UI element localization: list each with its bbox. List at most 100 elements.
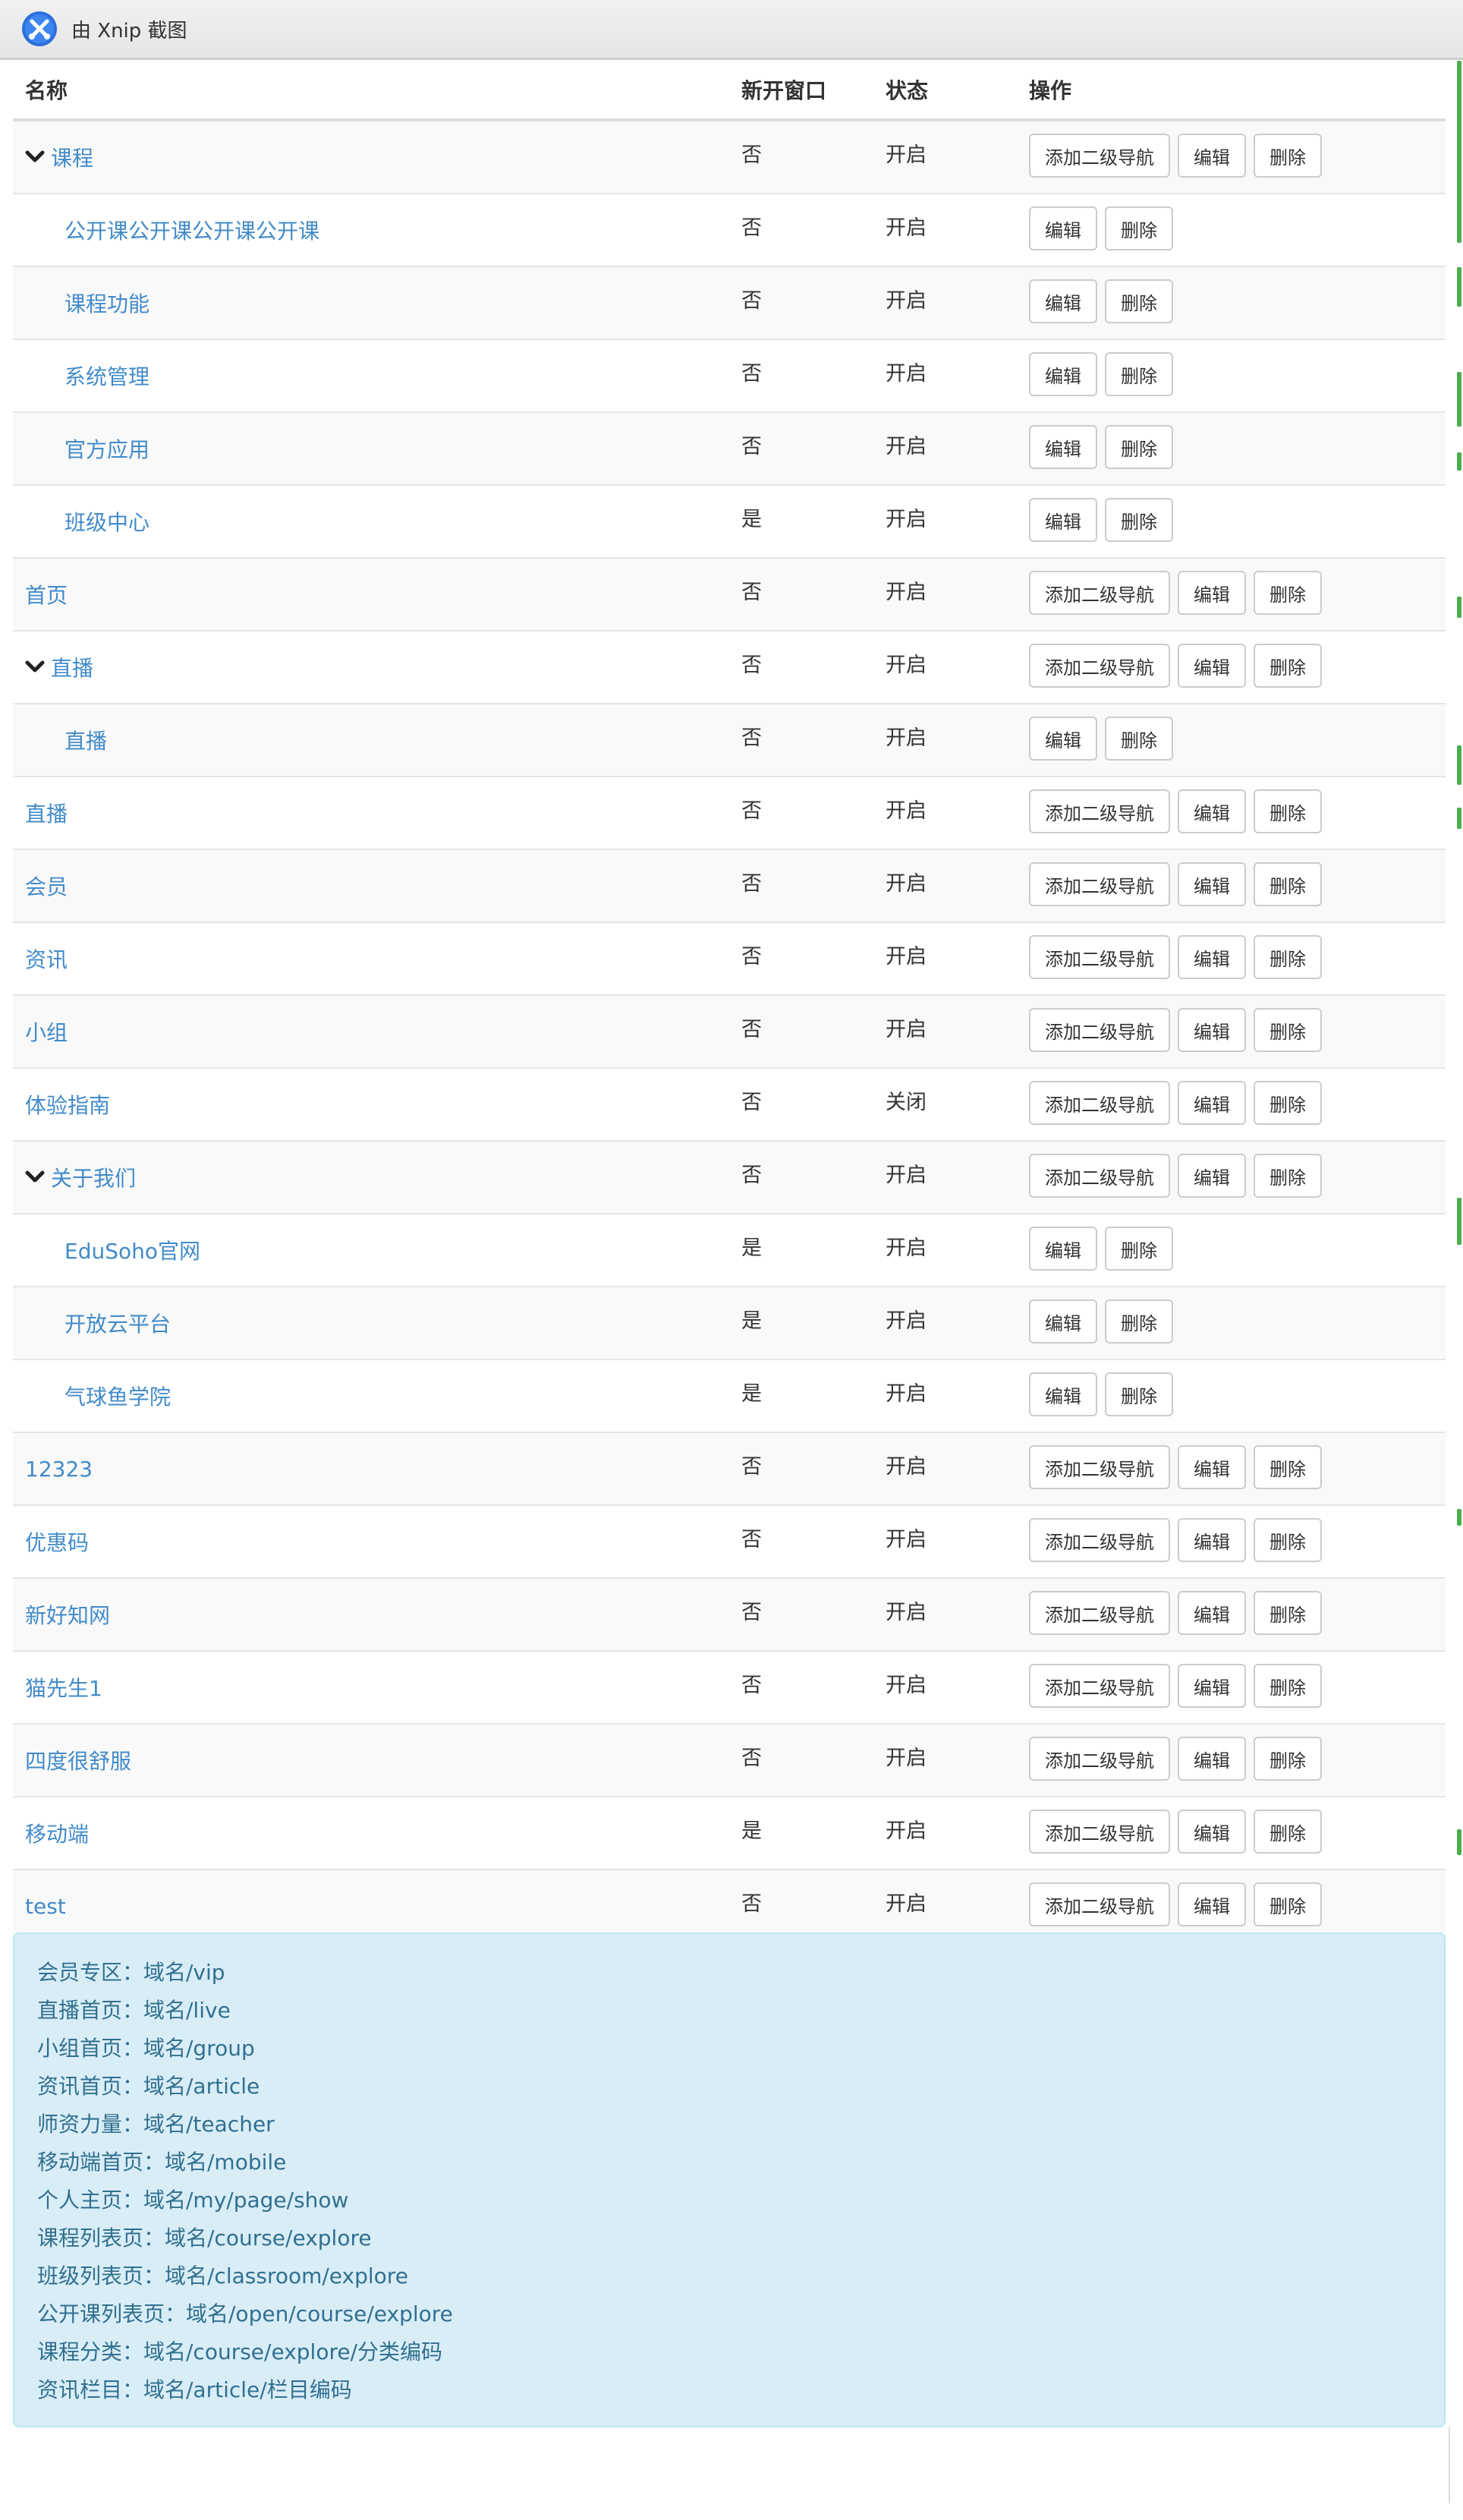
delete-button[interactable]: 删除 xyxy=(1254,644,1322,688)
delete-button[interactable]: 删除 xyxy=(1105,206,1173,250)
nav-name-link[interactable]: 开放云平台 xyxy=(64,1308,171,1338)
chevron-down-icon[interactable] xyxy=(25,660,45,675)
delete-button[interactable]: 删除 xyxy=(1254,1518,1322,1562)
row-actions: 编辑 删除 xyxy=(1029,1372,1173,1416)
edit-button[interactable]: 编辑 xyxy=(1178,1664,1246,1708)
add-subnav-button[interactable]: 添加二级导航 xyxy=(1029,134,1170,178)
add-subnav-button[interactable]: 添加二级导航 xyxy=(1029,935,1170,979)
edit-button[interactable]: 编辑 xyxy=(1178,789,1246,833)
delete-button[interactable]: 删除 xyxy=(1254,1591,1322,1635)
delete-button[interactable]: 删除 xyxy=(1105,498,1173,542)
edit-button[interactable]: 编辑 xyxy=(1178,134,1246,178)
nav-name-link[interactable]: 直播 xyxy=(51,652,93,682)
nav-name-link[interactable]: 会员 xyxy=(25,871,68,901)
delete-button[interactable]: 删除 xyxy=(1105,1372,1173,1416)
edit-button[interactable]: 编辑 xyxy=(1029,206,1097,250)
edit-button[interactable]: 编辑 xyxy=(1178,1737,1246,1781)
delete-button[interactable]: 删除 xyxy=(1254,1445,1322,1489)
delete-button[interactable]: 删除 xyxy=(1254,1737,1322,1781)
delete-button[interactable]: 删除 xyxy=(1105,1299,1173,1343)
edit-button[interactable]: 编辑 xyxy=(1178,1008,1246,1052)
edit-button[interactable]: 编辑 xyxy=(1029,717,1097,761)
edit-button[interactable]: 编辑 xyxy=(1178,935,1246,979)
delete-button[interactable]: 删除 xyxy=(1254,1081,1322,1125)
delete-button[interactable]: 删除 xyxy=(1254,1664,1322,1708)
nav-name-link[interactable]: 公开课公开课公开课公开课 xyxy=(64,215,319,245)
edit-button[interactable]: 编辑 xyxy=(1178,1154,1246,1198)
edit-button[interactable]: 编辑 xyxy=(1178,1518,1246,1562)
nav-name-link[interactable]: 课程 xyxy=(51,142,93,172)
chevron-down-icon[interactable] xyxy=(25,1170,45,1185)
nav-name-link[interactable]: 资讯 xyxy=(25,943,68,974)
edit-button[interactable]: 编辑 xyxy=(1029,1372,1097,1416)
edit-button[interactable]: 编辑 xyxy=(1029,1299,1097,1343)
nav-name-link[interactable]: 关于我们 xyxy=(51,1162,136,1192)
edit-button[interactable]: 编辑 xyxy=(1029,425,1097,469)
nav-name-link[interactable]: test xyxy=(25,1894,66,1919)
add-subnav-button[interactable]: 添加二级导航 xyxy=(1029,1154,1170,1198)
edit-button[interactable]: 编辑 xyxy=(1029,352,1097,396)
nav-name-link[interactable]: 12323 xyxy=(25,1457,93,1482)
delete-button[interactable]: 删除 xyxy=(1254,571,1322,615)
add-subnav-button[interactable]: 添加二级导航 xyxy=(1029,1445,1170,1489)
nav-name-link[interactable]: 猫先生1 xyxy=(25,1672,102,1703)
add-subnav-button[interactable]: 添加二级导航 xyxy=(1029,1882,1170,1926)
edit-button[interactable]: 编辑 xyxy=(1178,1445,1246,1489)
edit-button[interactable]: 编辑 xyxy=(1178,1591,1246,1635)
nav-name-link[interactable]: 班级中心 xyxy=(64,506,149,537)
nav-name-link[interactable]: 移动端 xyxy=(25,1818,89,1848)
delete-button[interactable]: 删除 xyxy=(1105,425,1173,469)
add-subnav-button[interactable]: 添加二级导航 xyxy=(1029,1737,1170,1781)
nav-name-link[interactable]: EduSoho官网 xyxy=(64,1235,200,1265)
status-value: 关闭 xyxy=(886,1091,927,1114)
delete-button[interactable]: 删除 xyxy=(1254,789,1322,833)
nav-name-link[interactable]: 体验指南 xyxy=(25,1089,110,1120)
delete-button[interactable]: 删除 xyxy=(1254,1154,1322,1198)
nav-name-link[interactable]: 系统管理 xyxy=(64,361,149,391)
edit-button[interactable]: 编辑 xyxy=(1029,498,1097,542)
edit-button[interactable]: 编辑 xyxy=(1178,644,1246,688)
delete-button[interactable]: 删除 xyxy=(1105,717,1173,761)
nav-name-link[interactable]: 官方应用 xyxy=(64,433,149,464)
delete-button[interactable]: 删除 xyxy=(1254,134,1322,178)
add-subnav-button[interactable]: 添加二级导航 xyxy=(1029,571,1170,615)
nav-name-link[interactable]: 小组 xyxy=(25,1016,68,1047)
edit-button[interactable]: 编辑 xyxy=(1178,1810,1246,1854)
nav-name-link[interactable]: 气球鱼学院 xyxy=(64,1381,171,1411)
delete-button[interactable]: 删除 xyxy=(1254,935,1322,979)
delete-button[interactable]: 删除 xyxy=(1254,1882,1322,1926)
add-subnav-button[interactable]: 添加二级导航 xyxy=(1029,1591,1170,1635)
edit-button[interactable]: 编辑 xyxy=(1178,862,1246,906)
nav-name-link[interactable]: 课程功能 xyxy=(64,288,149,318)
delete-button[interactable]: 删除 xyxy=(1254,1008,1322,1052)
add-subnav-button[interactable]: 添加二级导航 xyxy=(1029,1518,1170,1562)
nav-name-link[interactable]: 直播 xyxy=(25,798,68,828)
edit-button[interactable]: 编辑 xyxy=(1178,571,1246,615)
edit-button[interactable]: 编辑 xyxy=(1178,1882,1246,1926)
status-value: 开启 xyxy=(886,1674,927,1697)
edit-button[interactable]: 编辑 xyxy=(1029,279,1097,323)
delete-button[interactable]: 删除 xyxy=(1105,352,1173,396)
delete-button[interactable]: 删除 xyxy=(1105,279,1173,323)
new-window-value: 是 xyxy=(741,508,762,531)
add-subnav-button[interactable]: 添加二级导航 xyxy=(1029,789,1170,833)
edit-button[interactable]: 编辑 xyxy=(1178,1081,1246,1125)
nav-name-link[interactable]: 直播 xyxy=(64,725,107,755)
delete-button[interactable]: 删除 xyxy=(1254,1810,1322,1854)
delete-button[interactable]: 删除 xyxy=(1105,1227,1173,1271)
add-subnav-button[interactable]: 添加二级导航 xyxy=(1029,1008,1170,1052)
nav-name-link[interactable]: 优惠码 xyxy=(25,1526,89,1557)
delete-button[interactable]: 删除 xyxy=(1254,862,1322,906)
add-subnav-button[interactable]: 添加二级导航 xyxy=(1029,1081,1170,1125)
nav-name-link[interactable]: 首页 xyxy=(25,579,68,610)
nav-name-link[interactable]: 新好知网 xyxy=(25,1599,110,1630)
add-subnav-button[interactable]: 添加二级导航 xyxy=(1029,644,1170,688)
nav-name-link[interactable]: 四度很舒服 xyxy=(25,1745,131,1775)
edit-button[interactable]: 编辑 xyxy=(1029,1227,1097,1271)
add-subnav-button[interactable]: 添加二级导航 xyxy=(1029,862,1170,906)
row-actions: 编辑 删除 xyxy=(1029,425,1173,469)
add-subnav-button[interactable]: 添加二级导航 xyxy=(1029,1664,1170,1708)
add-subnav-button[interactable]: 添加二级导航 xyxy=(1029,1810,1170,1854)
chevron-down-icon[interactable] xyxy=(25,150,45,165)
new-window-value: 否 xyxy=(741,726,762,750)
